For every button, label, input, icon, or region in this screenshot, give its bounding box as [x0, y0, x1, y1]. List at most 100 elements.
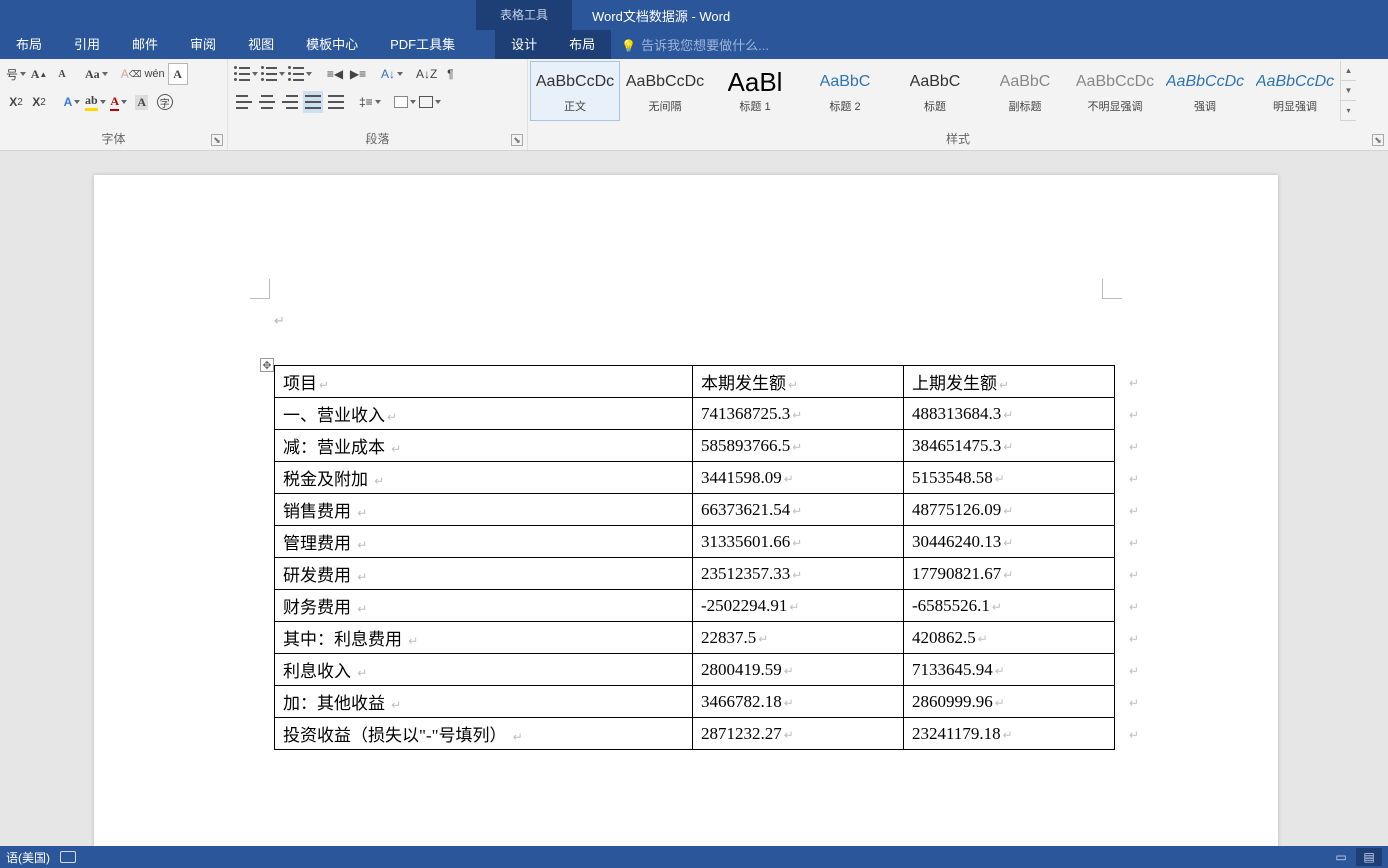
- table-cell[interactable]: 22837.5↵: [693, 622, 904, 654]
- view-read-button[interactable]: ▭: [1328, 848, 1354, 866]
- char-shading-button[interactable]: A: [132, 91, 152, 113]
- table-row[interactable]: 财务费用 ↵-2502294.91↵-6585526.1↵↵: [275, 590, 1148, 622]
- tab-references[interactable]: 引用: [58, 30, 116, 59]
- sort-button[interactable]: A↓Z: [416, 63, 437, 85]
- shrink-font-button[interactable]: A: [52, 63, 72, 85]
- table-cell[interactable]: 23241179.18↵: [904, 718, 1115, 750]
- align-center-button[interactable]: [257, 91, 277, 113]
- text-effects-button[interactable]: A: [62, 91, 82, 113]
- table-cell[interactable]: 加：其他收益 ↵: [275, 686, 693, 718]
- status-language[interactable]: 语(美国): [6, 849, 50, 866]
- table-cell[interactable]: 2860999.96↵: [904, 686, 1115, 718]
- styles-dialog-launcher[interactable]: ⬊: [1372, 134, 1384, 146]
- borders-button[interactable]: [419, 91, 441, 113]
- table-cell[interactable]: 3441598.09↵: [693, 462, 904, 494]
- table-row[interactable]: 销售费用 ↵66373621.54↵48775126.09↵↵: [275, 494, 1148, 526]
- gallery-down-button[interactable]: ▼: [1341, 81, 1356, 101]
- view-print-button[interactable]: ▤: [1356, 848, 1382, 866]
- table-header-cell[interactable]: 上期发生额↵: [904, 366, 1115, 398]
- gallery-up-button[interactable]: ▲: [1341, 61, 1356, 81]
- style-item-6[interactable]: AaBbCcDc不明显强调: [1070, 61, 1160, 121]
- table-row[interactable]: 投资收益（损失以"-"号填列） ↵2871232.27↵23241179.18↵…: [275, 718, 1148, 750]
- table-row[interactable]: 税金及附加 ↵3441598.09↵5153548.58↵↵: [275, 462, 1148, 494]
- align-justify-button[interactable]: [303, 91, 323, 113]
- table-row[interactable]: 利息收入 ↵2800419.59↵7133645.94↵↵: [275, 654, 1148, 686]
- style-item-5[interactable]: AaBbC副标题: [980, 61, 1070, 121]
- decrease-indent-button[interactable]: ≡◀: [325, 63, 345, 85]
- table-row[interactable]: 其中：利息费用 ↵22837.5↵420862.5↵↵: [275, 622, 1148, 654]
- table-header-cell[interactable]: 项目↵: [275, 366, 693, 398]
- asian-layout-button[interactable]: A↓: [381, 63, 403, 85]
- style-item-1[interactable]: AaBbCcDc无间隔: [620, 61, 710, 121]
- gallery-more-button[interactable]: ▾: [1341, 101, 1356, 121]
- paragraph-dialog-launcher[interactable]: ⬊: [511, 134, 523, 146]
- keyboard-icon[interactable]: [60, 851, 76, 863]
- shading-button[interactable]: [394, 91, 416, 113]
- table-cell[interactable]: 3466782.18↵: [693, 686, 904, 718]
- style-item-3[interactable]: AaBbC标题 2: [800, 61, 890, 121]
- font-color-button[interactable]: A: [109, 91, 129, 113]
- table-row[interactable]: 研发费用 ↵23512357.33↵17790821.67↵↵: [275, 558, 1148, 590]
- table-cell[interactable]: 5153548.58↵: [904, 462, 1115, 494]
- tab-layout[interactable]: 布局: [0, 30, 58, 59]
- table-row[interactable]: 一、营业收入↵741368725.3↵488313684.3↵↵: [275, 398, 1148, 430]
- table-cell[interactable]: 48775126.09↵: [904, 494, 1115, 526]
- table-cell[interactable]: 减：营业成本 ↵: [275, 430, 693, 462]
- document-area[interactable]: ↵ ✥ 项目↵本期发生额↵上期发生额↵↵一、营业收入↵741368725.3↵4…: [0, 151, 1388, 846]
- table-cell[interactable]: 2800419.59↵: [693, 654, 904, 686]
- table-cell[interactable]: 741368725.3↵: [693, 398, 904, 430]
- tab-view[interactable]: 视图: [232, 30, 290, 59]
- table-cell[interactable]: 17790821.67↵: [904, 558, 1115, 590]
- style-item-4[interactable]: AaBbC标题: [890, 61, 980, 121]
- table-cell[interactable]: 384651475.3↵: [904, 430, 1115, 462]
- table-cell[interactable]: 30446240.13↵: [904, 526, 1115, 558]
- align-right-button[interactable]: [280, 91, 300, 113]
- tab-table-design[interactable]: 设计: [495, 30, 553, 59]
- table-cell[interactable]: 488313684.3↵: [904, 398, 1115, 430]
- line-spacing-button[interactable]: ‡≡: [359, 91, 381, 113]
- table-cell[interactable]: 管理费用 ↵: [275, 526, 693, 558]
- superscript-button[interactable]: X2: [29, 91, 49, 113]
- table-cell[interactable]: 税金及附加 ↵: [275, 462, 693, 494]
- grow-font-button[interactable]: A▲: [29, 63, 49, 85]
- table-header-cell[interactable]: 本期发生额↵: [693, 366, 904, 398]
- subscript-button[interactable]: X2: [6, 91, 26, 113]
- table-cell[interactable]: 31335601.66↵: [693, 526, 904, 558]
- table-cell[interactable]: 投资收益（损失以"-"号填列） ↵: [275, 718, 693, 750]
- highlight-button[interactable]: ab: [85, 91, 106, 113]
- phonetic-guide-button[interactable]: wén: [144, 63, 164, 85]
- table-cell[interactable]: 420862.5↵: [904, 622, 1115, 654]
- numbering-button[interactable]: [261, 63, 285, 85]
- table-row[interactable]: 管理费用 ↵31335601.66↵30446240.13↵↵: [275, 526, 1148, 558]
- table-cell[interactable]: 23512357.33↵: [693, 558, 904, 590]
- style-item-7[interactable]: AaBbCcDc强调: [1160, 61, 1250, 121]
- table-row[interactable]: 减：营业成本 ↵585893766.5↵384651475.3↵↵: [275, 430, 1148, 462]
- table-move-handle[interactable]: ✥: [260, 358, 274, 372]
- style-item-0[interactable]: AaBbCcDc正文: [530, 61, 620, 121]
- increase-indent-button[interactable]: ▶≡: [348, 63, 368, 85]
- font-size-combo[interactable]: 号: [6, 63, 26, 85]
- table-cell[interactable]: 7133645.94↵: [904, 654, 1115, 686]
- table-cell[interactable]: 研发费用 ↵: [275, 558, 693, 590]
- font-dialog-launcher[interactable]: ⬊: [211, 134, 223, 146]
- table-row[interactable]: 加：其他收益 ↵3466782.18↵2860999.96↵↵: [275, 686, 1148, 718]
- table-cell[interactable]: 利息收入 ↵: [275, 654, 693, 686]
- style-item-2[interactable]: AaBl标题 1: [710, 61, 800, 121]
- tab-table-layout[interactable]: 布局: [553, 30, 611, 59]
- data-table[interactable]: 项目↵本期发生额↵上期发生额↵↵一、营业收入↵741368725.3↵48831…: [274, 365, 1148, 750]
- table-cell[interactable]: 2871232.27↵: [693, 718, 904, 750]
- tell-me-search[interactable]: 告诉我您想要做什么...: [611, 30, 779, 59]
- change-case-button[interactable]: Aa: [85, 63, 108, 85]
- multilevel-list-button[interactable]: [288, 63, 312, 85]
- table-cell[interactable]: 66373621.54↵: [693, 494, 904, 526]
- tab-mailings[interactable]: 邮件: [116, 30, 174, 59]
- tab-template-center[interactable]: 模板中心: [290, 30, 374, 59]
- table-cell[interactable]: 销售费用 ↵: [275, 494, 693, 526]
- tab-review[interactable]: 审阅: [174, 30, 232, 59]
- bullets-button[interactable]: [234, 63, 258, 85]
- clear-format-button[interactable]: A⌫: [121, 63, 142, 85]
- table-cell[interactable]: -2502294.91↵: [693, 590, 904, 622]
- char-border-button[interactable]: A: [168, 63, 188, 85]
- enclose-char-button[interactable]: 字: [155, 91, 175, 113]
- table-cell[interactable]: -6585526.1↵: [904, 590, 1115, 622]
